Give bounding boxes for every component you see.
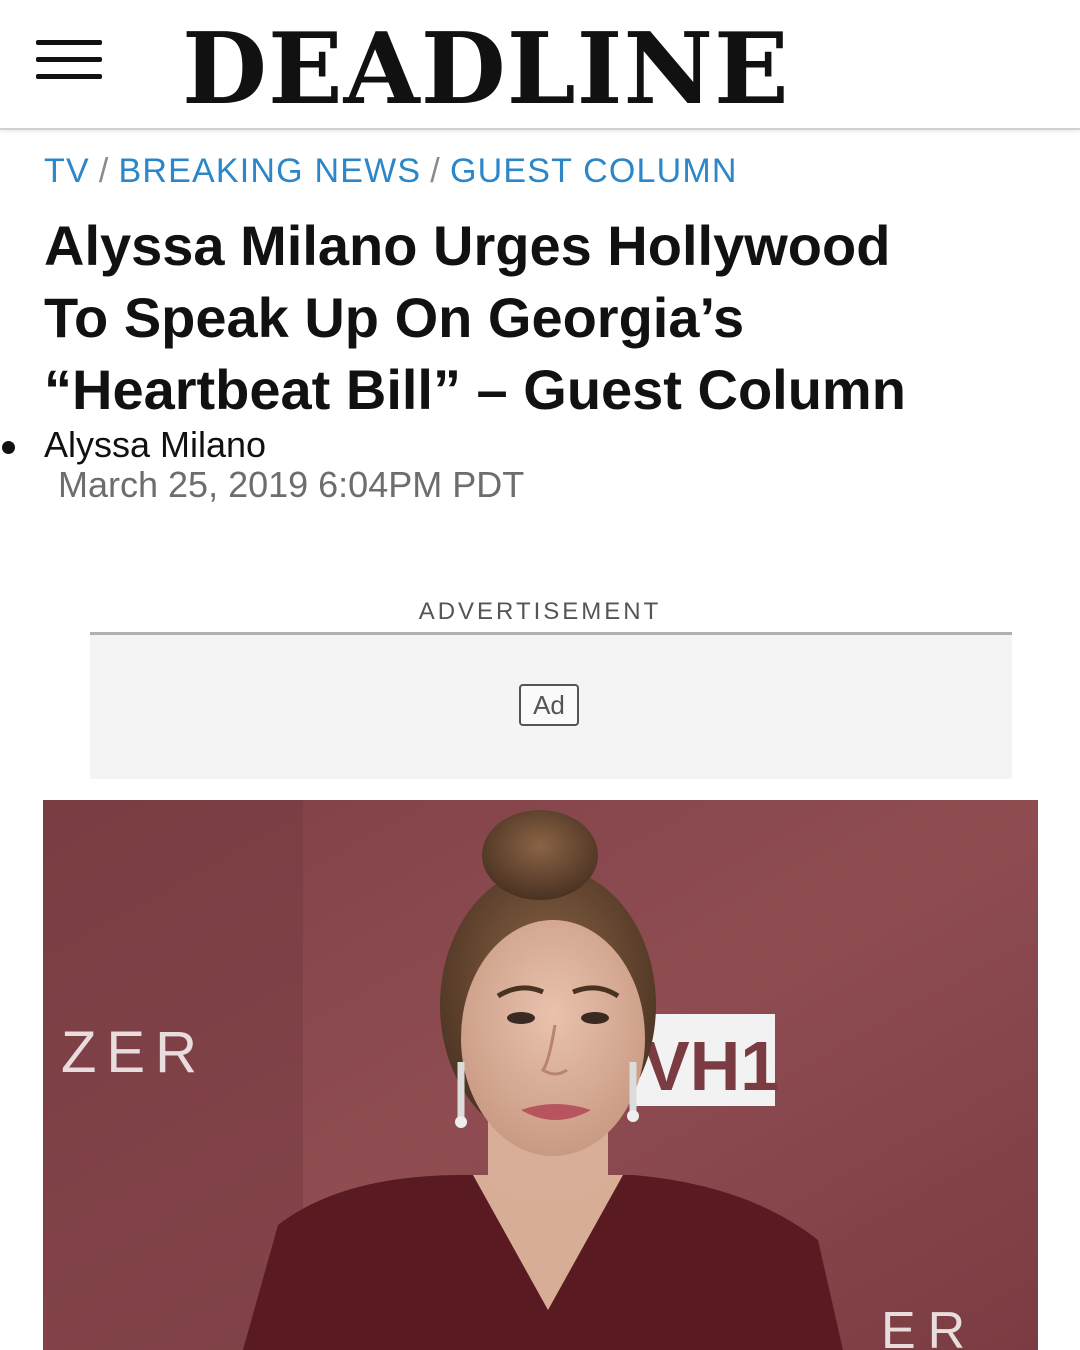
breadcrumb-breaking-news[interactable]: BREAKING NEWS [119,152,422,190]
article-hero-image[interactable]: ZER VH1 ER [43,800,1038,1350]
breadcrumb-separator: / [98,152,110,190]
article-title-line: Alyssa Milano Urges Hollywood [44,214,891,277]
hamburger-menu-icon[interactable] [36,38,102,82]
vh1-logo: VH1 [633,1014,779,1106]
site-header: DEADLINE [0,0,1080,130]
breadcrumb-guest-column[interactable]: GUEST COLUMN [450,152,738,190]
backdrop-sponsor-text: ZER [61,1020,207,1085]
breadcrumb-separator: / [430,152,441,190]
publish-date: March 25, 2019 6:04PM PDT [58,464,525,505]
backdrop-bottom-text: ER [881,1302,977,1350]
vh1-logo-text: VH1 [643,1027,779,1105]
article-title-line: To Speak Up On Georgia’s [44,286,745,349]
hair-bun [482,810,598,900]
article-title-line: “Heartbeat Bill” – Guest Column [44,358,906,421]
breadcrumb-tv[interactable]: TV [44,152,90,190]
ad-badge: Ad [519,684,579,726]
article-title: Alyssa Milano Urges Hollywood To Speak U… [44,210,1054,426]
author-link[interactable]: Alyssa Milano [44,424,266,466]
breadcrumb: TV / BREAKING NEWS / GUEST COLUMN [44,152,738,191]
ad-slot[interactable]: Ad [90,632,1012,779]
bullet-icon [2,441,15,454]
site-logo[interactable]: DEADLINE [182,20,902,120]
advertisement-label: ADVERTISEMENT [418,598,662,625]
